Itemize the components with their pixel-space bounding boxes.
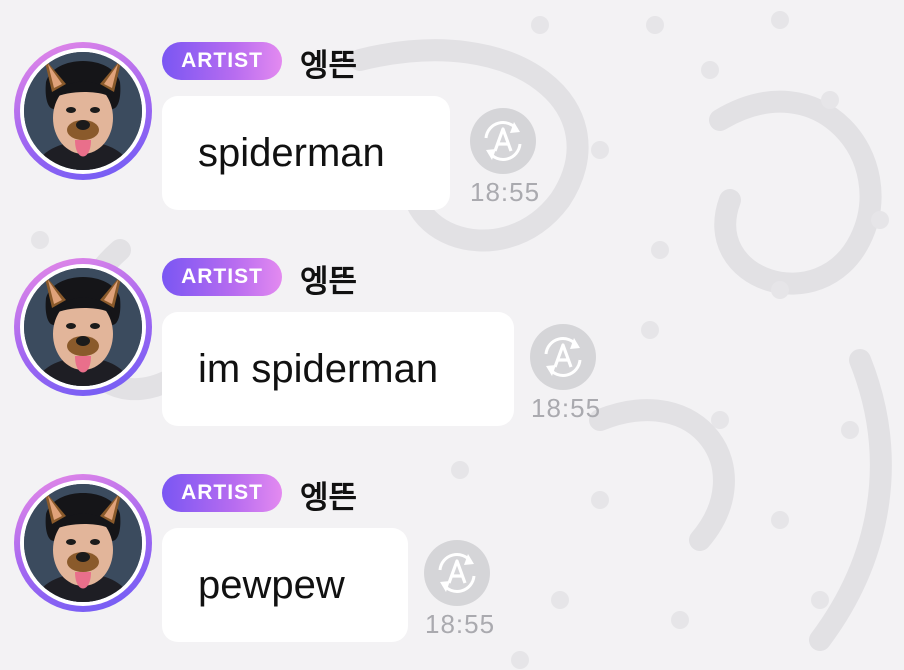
artist-badge: ARTIST — [162, 258, 282, 296]
avatar[interactable] — [14, 474, 152, 612]
translate-icon — [484, 121, 522, 161]
chat-message: ARTIST 엥뜬 spiderman 18:55 — [0, 0, 904, 216]
sender-name: 엥뜬 — [300, 264, 358, 300]
translate-button[interactable] — [470, 108, 536, 174]
avatar[interactable] — [14, 258, 152, 396]
message-text: pewpew — [198, 562, 345, 607]
translate-button[interactable] — [530, 324, 596, 390]
avatar-image — [24, 484, 142, 602]
sender-name: 엥뜬 — [300, 48, 358, 84]
avatar-image — [24, 52, 142, 170]
chat-message: ARTIST 엥뜬 im spiderman 18:55 — [0, 216, 904, 432]
message-text: spiderman — [198, 130, 385, 175]
artist-badge: ARTIST — [162, 474, 282, 512]
message-bubble[interactable]: spiderman — [162, 96, 450, 210]
timestamp: 18:55 — [425, 609, 496, 639]
sender-name: 엥뜬 — [300, 480, 358, 516]
timestamp: 18:55 — [531, 393, 602, 423]
chat-message: ARTIST 엥뜬 pewpew 18:55 — [0, 432, 904, 648]
avatar-image — [24, 268, 142, 386]
artist-badge: ARTIST — [162, 42, 282, 80]
translate-icon — [438, 553, 476, 593]
timestamp: 18:55 — [470, 177, 541, 207]
avatar[interactable] — [14, 42, 152, 180]
translate-icon — [544, 337, 582, 377]
message-bubble[interactable]: pewpew — [162, 528, 408, 642]
message-text: im spiderman — [198, 346, 439, 391]
message-bubble[interactable]: im spiderman — [162, 312, 514, 426]
translate-button[interactable] — [424, 540, 490, 606]
